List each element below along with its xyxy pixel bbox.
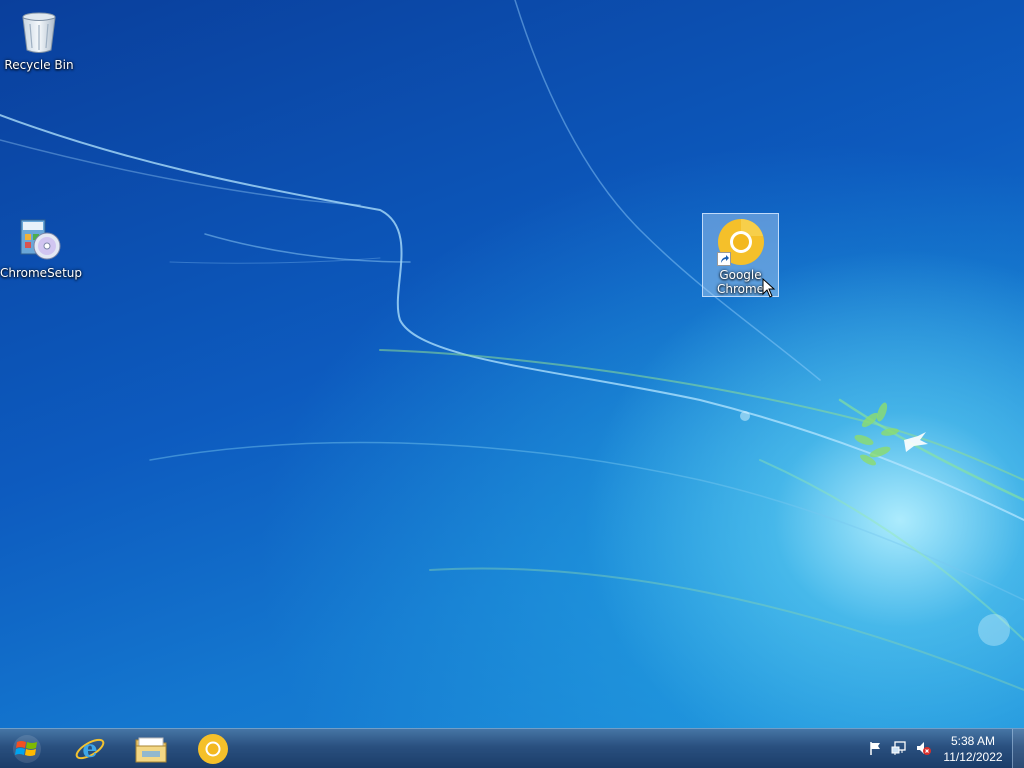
desktop-icon-label: Google Chrome: [716, 268, 765, 296]
folder-explorer-icon: [135, 737, 167, 763]
chrome-icon: [716, 218, 765, 266]
show-desktop-button[interactable]: [1012, 729, 1024, 768]
leaves-decoration: [854, 402, 899, 466]
start-button[interactable]: [0, 729, 54, 768]
desktop-icon-label: ChromeSetup: [0, 266, 82, 280]
svg-text:e: e: [82, 734, 97, 763]
taskbar-clock[interactable]: 5:38 AM 11/12/2022: [928, 733, 1018, 765]
clock-time: 5:38 AM: [950, 734, 996, 748]
taskbar-pin-internet-explorer[interactable]: e: [60, 731, 120, 767]
installer-disc-icon: [15, 216, 63, 264]
taskbar-pin-windows-explorer[interactable]: [121, 731, 181, 767]
taskbar-pin-google-chrome[interactable]: [183, 731, 243, 767]
desktop-icon-chromesetup[interactable]: ChromeSetup: [0, 212, 82, 284]
windows-logo-icon: [13, 735, 41, 763]
desktop-icon-label: Recycle Bin: [4, 58, 74, 72]
chrome-icon: [198, 734, 228, 764]
desktop[interactable]: Recycle Bin ChromeSetup Google Chrome: [0, 0, 1024, 728]
clock-date: 11/12/2022: [943, 750, 1003, 764]
taskbar: e 5:38 AM 11/12/2022: [0, 728, 1024, 768]
bird-decoration: [904, 432, 928, 452]
shortcut-arrow-icon: [716, 252, 731, 266]
network-icon[interactable]: [891, 740, 907, 756]
mouse-cursor-icon: [762, 278, 776, 298]
wallpaper-light-streaks: [0, 0, 1024, 691]
desktop-icon-recycle-bin[interactable]: Recycle Bin: [0, 4, 78, 76]
recycle-bin-icon: [15, 8, 63, 56]
internet-explorer-icon: e: [75, 734, 105, 763]
action-center-flag-icon[interactable]: [868, 740, 884, 756]
